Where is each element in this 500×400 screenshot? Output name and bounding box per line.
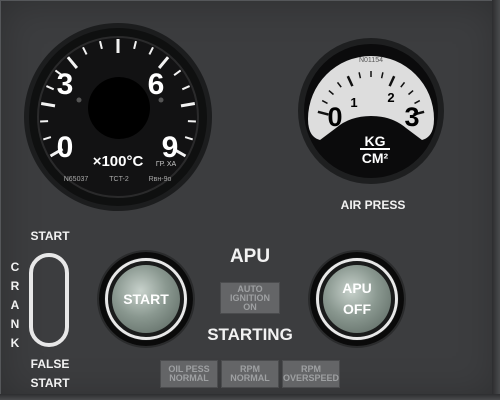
egt-gauge-hub <box>88 77 150 139</box>
air-press-label: AIR PRESS <box>340 198 406 212</box>
crank-switch[interactable] <box>29 253 69 347</box>
egt-screw-icon <box>76 97 82 103</box>
crank-letter: A <box>10 298 20 312</box>
air-unit-top: KG <box>365 133 386 149</box>
apu-off-button-cap: APU OFF <box>323 265 391 333</box>
egt-serial: N65037 <box>64 176 89 183</box>
crank-start-label: START <box>30 229 70 243</box>
start-button-cap: START <box>112 265 180 333</box>
apu-start-button[interactable]: START <box>99 252 193 346</box>
egt-gauge: 3 6 0 9 ×100°C ГР. ХА N65037 TCT-2 Rвн-9… <box>24 23 212 211</box>
start-button-label: START <box>123 290 169 307</box>
egt-model: TCT-2 <box>109 176 129 183</box>
panel-frame-bottom <box>0 394 500 400</box>
lamp-text: NORMAL <box>169 373 209 383</box>
egt-scale-label: 0 <box>57 131 74 164</box>
lamp-text: OVERSPEED <box>282 373 340 383</box>
auto-ignition-lamp: AUTO IGNITION ON <box>220 282 280 314</box>
rpm-overspeed-lamp: RPM OVERSPEED <box>282 360 340 388</box>
crank-letter: K <box>10 336 20 350</box>
lamp-text: NORMAL <box>230 373 270 383</box>
apu-control-panel: 3 6 0 9 ×100°C ГР. ХА N65037 TCT-2 Rвн-9… <box>0 0 500 400</box>
egt-screw-icon <box>158 97 164 103</box>
crank-letter: N <box>10 317 20 331</box>
air-scale-label: 0 <box>327 102 342 132</box>
egt-scale-label: 9 <box>162 131 179 164</box>
egt-scale-label: 3 <box>57 68 74 101</box>
oil-pressure-normal-lamp: OIL PESS NORMAL <box>160 360 218 388</box>
air-serial: N01154 <box>359 57 383 64</box>
air-scale-label: 2 <box>387 90 394 105</box>
false-start-label-1: FALSE <box>30 357 70 371</box>
apu-off-label-1: APU <box>342 280 372 296</box>
air-pressure-gauge: N01154 0 1 2 3 KG CM² <box>298 38 444 184</box>
egt-unit-label: ×100°C <box>93 153 144 170</box>
egt-marking-1: ГР. ХА <box>156 161 177 168</box>
panel-frame-right <box>492 0 500 400</box>
air-unit-bottom: CM² <box>362 150 389 166</box>
air-scale-label: 3 <box>404 102 419 132</box>
rpm-normal-lamp: RPM NORMAL <box>221 360 279 388</box>
apu-title: APU <box>229 246 271 267</box>
starting-label: STARTING <box>207 325 293 344</box>
crank-label: C R A N K <box>9 258 21 353</box>
lamp-text: ON <box>243 301 257 312</box>
apu-off-label-2: OFF <box>343 301 371 317</box>
false-start-label-2: START <box>30 376 70 390</box>
crank-letter: C <box>10 260 20 274</box>
apu-off-button[interactable]: APU OFF <box>310 252 404 346</box>
crank-letter: R <box>10 279 20 293</box>
egt-scale-label: 6 <box>148 68 165 101</box>
air-scale-label: 1 <box>350 95 357 110</box>
egt-marking-2: Rвн-9о <box>149 176 172 183</box>
